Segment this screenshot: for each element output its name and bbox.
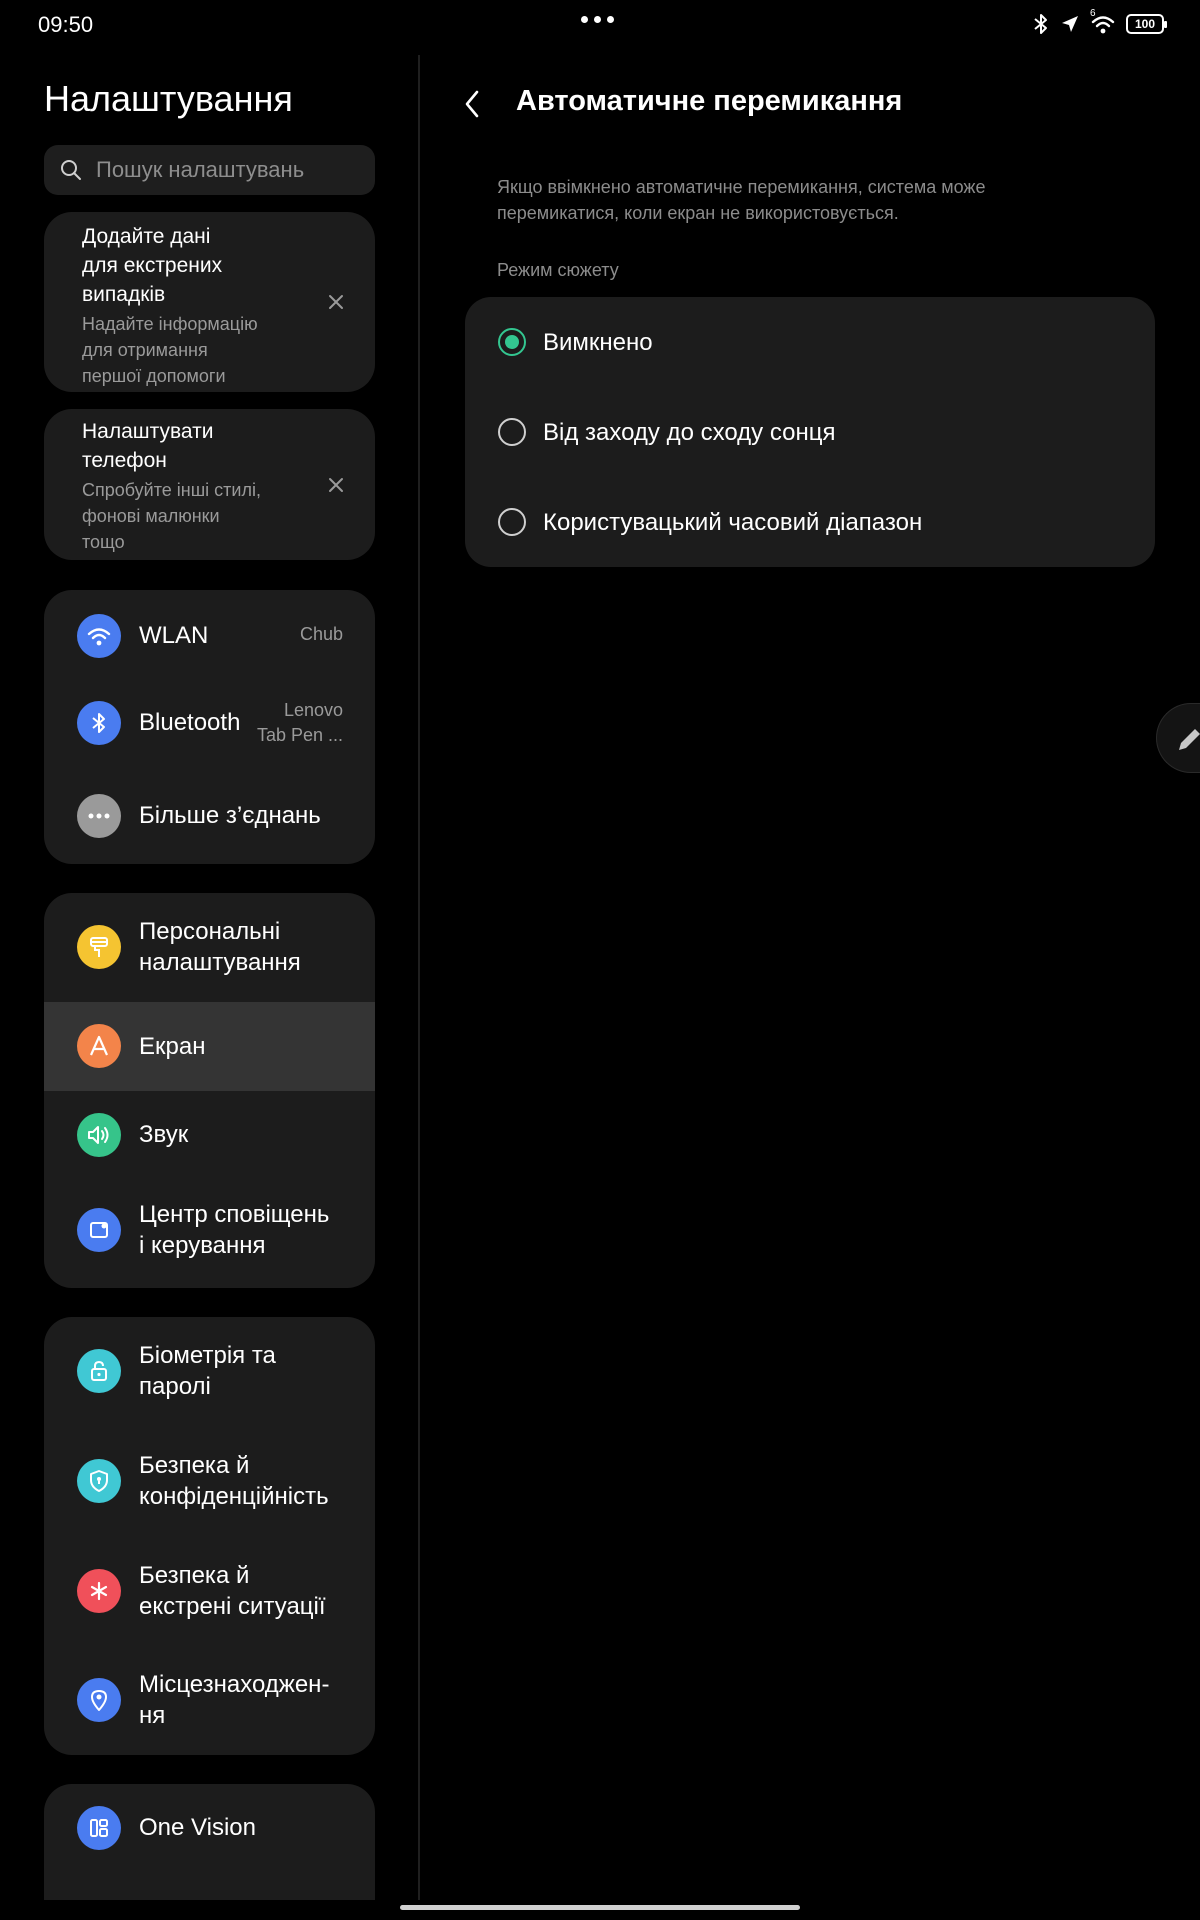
wifi-generation-label: 6 — [1090, 8, 1096, 19]
close-icon[interactable] — [327, 293, 345, 311]
promo-title: Налаштувати телефон — [82, 420, 214, 472]
sidebar-item-sound[interactable]: Звук — [44, 1091, 375, 1179]
sidebar-item-wlan[interactable]: WLAN Chub — [44, 590, 375, 676]
sidebar-item-label: Центр сповіщень і керування — [139, 1201, 330, 1259]
page-description: Якщо ввімкнено автоматичне перемикання, … — [497, 177, 986, 223]
sidebar-item-biometrics[interactable]: Біометрія та паролі — [44, 1317, 375, 1427]
location-pin-icon — [77, 1678, 121, 1722]
sidebar-item-label: Екран — [139, 1033, 206, 1060]
search-icon — [61, 160, 81, 180]
wifi-icon: 6 — [1090, 8, 1116, 35]
sidebar-item-label: One Vision — [139, 1814, 256, 1841]
mode-options-card: Вимкнено Від заходу до сходу сонця Корис… — [465, 297, 1155, 567]
settings-title: Налаштування — [44, 78, 293, 119]
screen: 09:50 6 100 Налаштування Додайте дані дл… — [0, 0, 1200, 1920]
option-label: Користувацький часовий діапазон — [543, 509, 923, 536]
paint-roller-icon — [77, 925, 121, 969]
sidebar-item-label: Звук — [139, 1121, 189, 1148]
sidebar-item-more-connections[interactable]: Більше з’єднань — [44, 770, 375, 864]
display-a-icon — [77, 1024, 121, 1068]
sidebar-item-label: Bluetooth — [139, 709, 241, 736]
settings-group-connections: WLAN Chub Bluetooth Lenovo Tab Pen ... Б… — [44, 590, 375, 864]
close-icon[interactable] — [327, 476, 345, 494]
pen-shortcut-handle[interactable] — [1156, 703, 1200, 773]
sidebar-item-location[interactable]: Місцезнаходжен- ня — [44, 1646, 375, 1755]
sidebar-item-emergency[interactable]: Безпека й екстрені ситуації — [44, 1537, 375, 1646]
settings-group-display: Персональні налаштування Екран Звук Цент… — [44, 893, 375, 1288]
option-label: Вимкнено — [543, 329, 653, 356]
speaker-icon — [77, 1113, 121, 1157]
sidebar-item-label: Безпека й конфіденційність — [139, 1452, 329, 1510]
unlock-icon — [77, 1349, 121, 1393]
sidebar-item-one-vision[interactable]: One Vision — [44, 1784, 375, 1874]
sidebar-item-label: Персональні налаштування — [139, 918, 301, 976]
sidebar-item-privacy[interactable]: Безпека й конфіденційність — [44, 1427, 375, 1537]
layout-grid-icon — [77, 1806, 121, 1850]
multitask-dots-icon[interactable] — [578, 16, 618, 24]
sidebar-item-notification-center[interactable]: Центр сповіщень і керування — [44, 1179, 375, 1288]
option-sunset-to-sunrise[interactable]: Від заходу до сходу сонця — [465, 387, 1155, 477]
page-title: Автоматичне перемикання — [516, 85, 903, 117]
wlan-network-name: Chub — [299, 624, 343, 644]
sidebar-item-label: Більше з’єднань — [139, 802, 321, 829]
more-dots-icon — [77, 794, 121, 838]
option-off[interactable]: Вимкнено — [465, 297, 1155, 387]
section-label: Режим сюжету — [497, 260, 619, 280]
sidebar-item-label: WLAN — [139, 622, 209, 649]
settings-group-one-vision: One Vision — [44, 1784, 375, 1900]
search-input[interactable] — [96, 157, 366, 183]
option-custom-time-range[interactable]: Користувацький часовий діапазон — [465, 477, 1155, 567]
sidebar-item-personalization[interactable]: Персональні налаштування — [44, 893, 375, 1002]
radio-button-checked[interactable] — [498, 328, 526, 356]
option-label: Від заходу до сходу сонця — [543, 419, 836, 446]
location-arrow-icon — [1062, 16, 1078, 32]
emergency-asterisk-icon — [77, 1569, 121, 1613]
home-indicator[interactable] — [400, 1905, 800, 1910]
bluetooth-icon — [77, 701, 121, 745]
bluetooth-device-name: Lenovo Tab Pen ... — [256, 700, 343, 745]
bluetooth-icon — [1034, 14, 1047, 34]
pen-icon — [1179, 729, 1200, 750]
wifi-icon — [77, 614, 121, 658]
promo-subtitle: Надайте інформацію для отримання першої … — [82, 314, 258, 386]
settings-group-security: Біометрія та паролі Безпека й конфіденці… — [44, 1317, 375, 1755]
radio-button[interactable] — [498, 418, 526, 446]
shield-lock-icon — [77, 1459, 121, 1503]
sidebar-item-label: Біометрія та паролі — [139, 1342, 276, 1400]
radio-button[interactable] — [498, 508, 526, 536]
promo-card-setup-phone[interactable]: Налаштувати телефон Спробуйте інші стилі… — [44, 409, 375, 560]
status-time: 09:50 — [38, 12, 94, 37]
sidebar-item-bluetooth[interactable]: Bluetooth Lenovo Tab Pen ... — [44, 676, 375, 770]
notification-center-icon — [77, 1208, 121, 1252]
promo-subtitle: Спробуйте інші стилі, фонові малюнки тощ… — [82, 480, 261, 552]
status-icons: 6 100 — [1032, 8, 1167, 35]
status-bar: 09:50 6 100 — [0, 0, 1200, 52]
battery-icon: 100 — [1126, 14, 1167, 34]
promo-card-emergency[interactable]: Додайте дані для екстрених випадків Нада… — [44, 212, 375, 392]
search-bar[interactable] — [44, 145, 375, 195]
promo-title: Додайте дані для екстрених випадків — [82, 225, 223, 306]
sidebar-item-display[interactable]: Екран — [44, 1002, 375, 1091]
back-arrow-icon[interactable] — [458, 84, 486, 124]
sidebar-item-label: Місцезнаходжен- ня — [139, 1671, 330, 1729]
sidebar-item-label: Безпека й екстрені ситуації — [139, 1562, 326, 1620]
pane-divider — [418, 55, 420, 1900]
